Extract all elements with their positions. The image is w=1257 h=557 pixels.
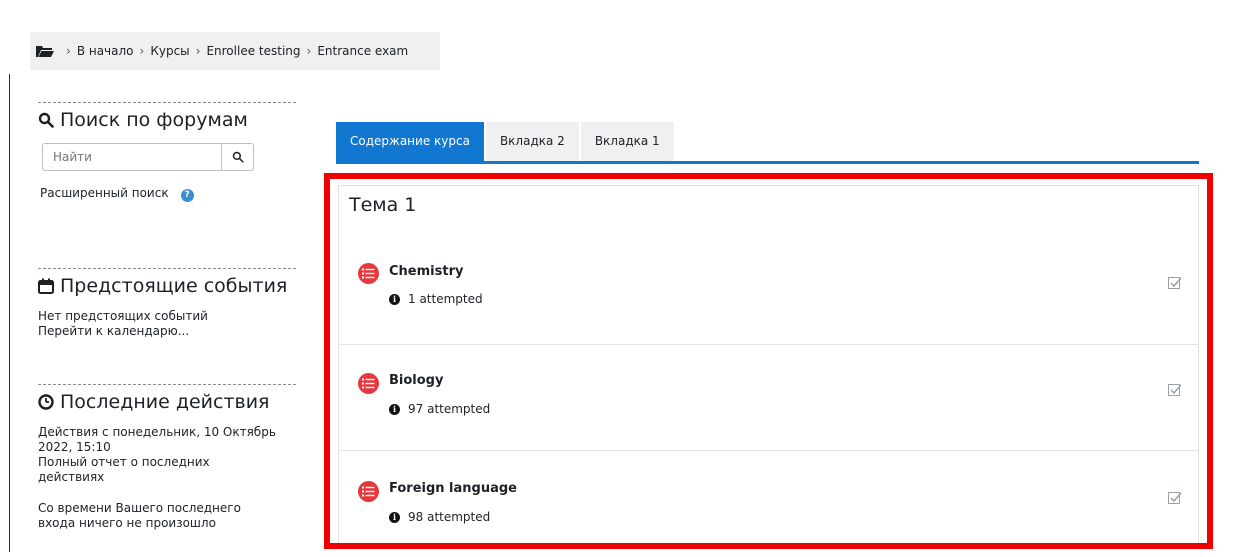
attempted-count: 97 attempted	[408, 402, 491, 416]
activity-item-chemistry: Chemistry i 1 attempted	[339, 238, 1198, 344]
forum-search-title-text: Поиск по форумам	[60, 109, 248, 131]
recent-activity-title-text: Последние действия	[60, 391, 270, 413]
quiz-icon	[358, 481, 379, 502]
course-tabs: Содержание курса Вкладка 2 Вкладка 1	[336, 122, 676, 161]
quiz-icon	[358, 373, 379, 394]
forum-search-form	[42, 143, 296, 171]
completion-checkbox-icon[interactable]	[1168, 276, 1182, 290]
activity-info: i 97 attempted	[389, 402, 490, 416]
activity-since-text: Действия с понедельник, 10 Октябрь 2022,…	[38, 425, 276, 454]
section-title: Тема 1	[349, 194, 417, 216]
advanced-search-link[interactable]: Расширенный поиск	[40, 186, 169, 201]
breadcrumb-courses[interactable]: Курсы	[150, 44, 189, 58]
breadcrumb-separator: ›	[139, 44, 145, 58]
activity-item-biology: Biology i 97 attempted	[339, 344, 1198, 451]
activity-link[interactable]: Biology	[389, 373, 443, 388]
completion-checkbox-icon[interactable]	[1168, 491, 1182, 505]
recent-activity-block: Последние действия Действия с понедельни…	[38, 384, 296, 531]
breadcrumb-course[interactable]: Entrance exam	[317, 44, 408, 58]
tab-underline	[336, 161, 1199, 164]
calendar-icon	[38, 278, 54, 294]
activity-link[interactable]: Chemistry	[389, 264, 463, 279]
attempted-count: 98 attempted	[408, 510, 491, 524]
page-left-rule	[9, 74, 10, 552]
activity-item-foreign-language: Foreign language i 98 attempted	[339, 450, 1198, 557]
breadcrumb-separator: ›	[195, 44, 201, 58]
tab-course-content[interactable]: Содержание курса	[336, 122, 484, 161]
search-icon	[232, 151, 244, 163]
forum-search-input[interactable]	[42, 143, 222, 171]
help-icon[interactable]: ?	[180, 189, 194, 202]
tab-1[interactable]: Вкладка 1	[580, 122, 674, 161]
info-icon: i	[389, 293, 400, 305]
forum-search-title: Поиск по форумам	[38, 109, 296, 131]
breadcrumb-separator: ›	[306, 44, 312, 58]
breadcrumb-home[interactable]: В начало	[77, 44, 134, 58]
completion-checkbox-icon[interactable]	[1168, 383, 1182, 397]
advanced-search-row: Расширенный поиск ?	[40, 185, 296, 202]
upcoming-events-title: Предстоящие события	[38, 275, 296, 297]
tab-2[interactable]: Вкладка 2	[485, 122, 579, 161]
activity-info: i 1 attempted	[389, 292, 483, 306]
upcoming-events-block: Предстоящие события Нет предстоящих собы…	[38, 268, 296, 339]
highlighted-section: Тема 1 Chemistry i 1 attempted Biology i…	[324, 173, 1213, 549]
recent-activity-title: Последние действия	[38, 391, 296, 413]
calendar-link[interactable]: Перейти к календарю...	[38, 324, 189, 338]
clock-icon	[38, 394, 54, 410]
nothing-happened-text: Со времени Вашего последнего входа ничег…	[38, 501, 241, 530]
info-icon: i	[389, 511, 400, 523]
info-icon: i	[389, 403, 400, 415]
full-report-link[interactable]: Полный отчет о последних действиях	[38, 455, 210, 484]
folder-open-icon	[36, 46, 54, 57]
no-events-text: Нет предстоящих событий	[38, 309, 208, 323]
activity-link[interactable]: Foreign language	[389, 481, 517, 496]
forum-search-block: Поиск по форумам Расширенный поиск ?	[38, 102, 296, 202]
breadcrumb-category[interactable]: Enrollee testing	[206, 44, 300, 58]
activity-info: i 98 attempted	[389, 510, 490, 524]
search-icon	[38, 112, 54, 128]
breadcrumb-separator: ›	[66, 44, 71, 58]
upcoming-events-title-text: Предстоящие события	[60, 275, 288, 297]
breadcrumb: › В начало › Курсы › Enrollee testing › …	[30, 32, 440, 70]
attempted-count: 1 attempted	[408, 292, 483, 306]
section-content: Тема 1 Chemistry i 1 attempted Biology i…	[338, 185, 1199, 543]
forum-search-button[interactable]	[222, 143, 254, 171]
quiz-icon	[358, 263, 379, 284]
